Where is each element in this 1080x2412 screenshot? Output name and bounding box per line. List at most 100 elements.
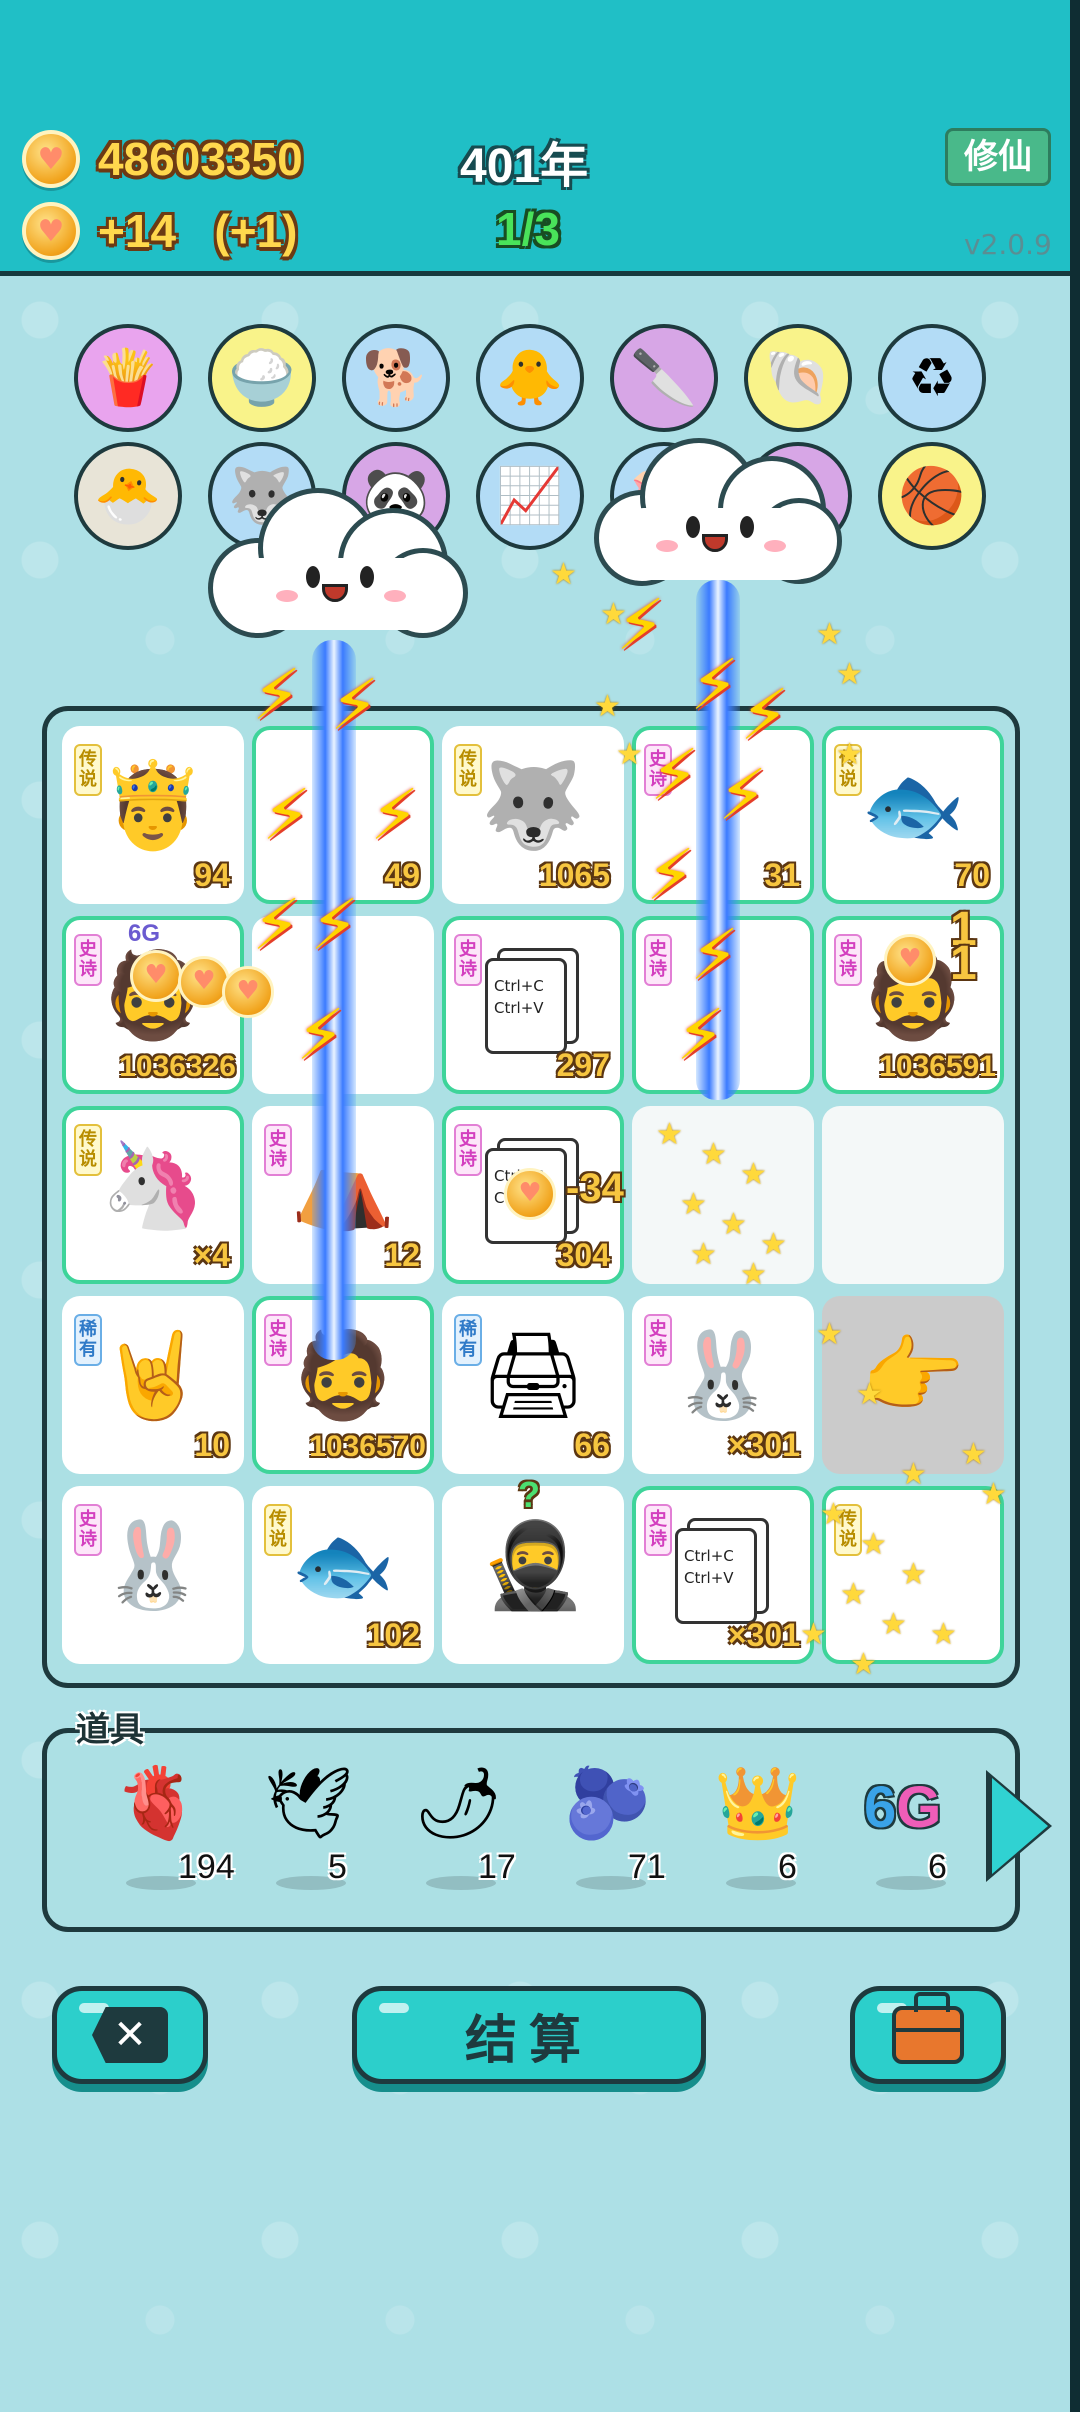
star-particle-icon: ★: [880, 1607, 907, 1642]
board-cell[interactable]: 稀有 🖨 66: [442, 1296, 624, 1474]
coin-icon: ♥: [130, 950, 182, 1002]
rarity-tag: 史诗: [454, 1124, 482, 1176]
creature-growth-chart-icon[interactable]: 📈: [476, 442, 584, 550]
star-particle-icon: ★: [980, 1477, 1007, 1512]
board-cell[interactable]: [822, 1106, 1004, 1284]
creature-chick-icon[interactable]: 🐣: [74, 442, 182, 550]
cultivate-button[interactable]: 修仙: [945, 128, 1051, 186]
star-particle-icon: ★: [860, 1527, 887, 1562]
item-chili-pepper[interactable]: 🌶 17: [396, 1768, 526, 1898]
star-particle-icon: ★: [836, 737, 863, 772]
item-count: 5: [328, 1848, 347, 1886]
close-icon: ✕: [92, 2007, 168, 2063]
star-particle-icon: ★: [900, 1457, 927, 1492]
creature-rice-bowl-icon[interactable]: 🍚: [208, 324, 316, 432]
unit-icon: 🐰: [670, 1325, 776, 1424]
rarity-tag: 史诗: [454, 934, 482, 986]
item-count: 6: [928, 1848, 947, 1886]
unit-count: 12: [384, 1237, 420, 1273]
item-pigeon[interactable]: 🕊 5: [246, 1768, 376, 1898]
board-cell[interactable]: 传说 🐟 102: [252, 1486, 434, 1664]
creature-chick-egg-icon[interactable]: 🐥: [476, 324, 584, 432]
coin-icon: ♥: [884, 934, 936, 986]
star-particle-icon: ★: [930, 1617, 957, 1652]
unit-count: 297: [556, 1047, 610, 1083]
exit-button[interactable]: ✕: [52, 1986, 208, 2084]
unit-count: 66: [574, 1427, 610, 1463]
unit-icon: 🦄: [100, 1135, 206, 1234]
coin-income-row: ♥ +14 (+1): [22, 202, 297, 260]
damage-number: -34: [566, 1166, 624, 1210]
settle-button[interactable]: 结算: [352, 1986, 706, 2084]
creature-shell-icon[interactable]: 🐚: [744, 324, 852, 432]
version-label: v2.0.9: [964, 228, 1052, 261]
lightning-bolt-icon: ⚡: [646, 834, 696, 916]
star-particle-icon: ★: [594, 689, 621, 724]
star-particle-icon: ★: [840, 1577, 867, 1612]
wave-counter: 1/3: [496, 203, 560, 255]
board-cell[interactable]: 史诗 Ctrl+C Ctrl+V 297: [442, 916, 624, 1094]
rarity-tag: 稀有: [74, 1314, 102, 1366]
unit-icon: 🐺: [480, 755, 586, 854]
board-cell[interactable]: 史诗 🐰 ×301: [632, 1296, 814, 1474]
unit-count: 49: [384, 857, 420, 893]
item-count: 71: [628, 1848, 666, 1886]
unit-count: 102: [366, 1617, 420, 1653]
lightning-bolt-icon: ⚡: [262, 774, 312, 856]
unit-count: 10: [194, 1427, 230, 1463]
rarity-tag: 稀有: [454, 1314, 482, 1366]
star-particle-icon: ★: [800, 1617, 827, 1652]
next-arrow-button[interactable]: [992, 1778, 1048, 1874]
board-cell[interactable]: 稀有 🤘 10: [62, 1296, 244, 1474]
unit-count: ×301: [727, 1427, 800, 1463]
rarity-tag: 史诗: [644, 1314, 672, 1366]
settle-label: 结算: [464, 2010, 593, 2071]
coin-icon: ♥: [22, 130, 80, 188]
rarity-tag: 传说: [74, 744, 102, 796]
coin-icon: ♥: [222, 966, 274, 1018]
unit-count: ×301: [727, 1617, 800, 1653]
item-blueberry[interactable]: 🫐 71: [546, 1768, 676, 1898]
unit-icon: 🥷: [480, 1515, 586, 1614]
unit-count: 304: [556, 1237, 610, 1273]
board-cell[interactable]: 史诗 Ctrl+C Ctrl+V ×301: [632, 1486, 814, 1664]
board-cell[interactable]: 传说 🐺 1065: [442, 726, 624, 904]
creature-cleaver-icon[interactable]: 🔪: [610, 324, 718, 432]
lightning-bolt-icon: ⚡: [676, 994, 726, 1076]
item-liver[interactable]: 🫀 194: [96, 1768, 235, 1898]
lightning-bolt-icon: ⚡: [718, 754, 768, 836]
question-mark: ?: [518, 1474, 540, 1515]
star-particle-icon: ★: [680, 1187, 707, 1222]
lightning-bolt-icon: ⚡: [252, 884, 302, 966]
briefcase-icon: [892, 1992, 964, 2064]
rarity-tag: 史诗: [264, 1314, 292, 1366]
doc-line: Ctrl+V: [494, 998, 544, 1017]
creature-shiba-dog-icon[interactable]: 🐕: [342, 324, 450, 432]
unit-icon: 🖨: [479, 1325, 587, 1424]
star-particle-icon: ★: [816, 617, 843, 652]
creature-basketballs-icon[interactable]: 🏀: [878, 442, 986, 550]
creature-fries-icon[interactable]: 🍟: [74, 324, 182, 432]
creature-recycle-bag-icon[interactable]: ♻: [878, 324, 986, 432]
items-title: 道具: [76, 1710, 144, 1750]
unit-count: ×4: [193, 1237, 230, 1273]
star-particle-icon: ★: [760, 1227, 787, 1262]
doc-line: Ctrl+V: [684, 1568, 734, 1587]
board-cell[interactable]: 传说 🤴 94: [62, 726, 244, 904]
star-particle-icon: ★: [836, 657, 863, 692]
unit-count: 1036591: [879, 1050, 996, 1083]
unit-count: 1036326: [119, 1050, 236, 1083]
item-6g[interactable]: 6G 6: [846, 1768, 976, 1898]
6g-icon: 6G: [864, 1775, 942, 1840]
board-cell[interactable]: 史诗 🐰: [62, 1486, 244, 1664]
backpack-button[interactable]: [850, 1986, 1006, 2084]
rarity-tag: 传说: [454, 744, 482, 796]
rarity-tag: 史诗: [74, 1504, 102, 1556]
unit-icon: 🤘: [100, 1325, 206, 1424]
item-crown[interactable]: 👑 6: [696, 1768, 826, 1898]
board-cell[interactable]: 传说 🦄 ×4: [62, 1106, 244, 1284]
bonus-number: 1: [950, 937, 977, 990]
star-particle-icon: ★: [600, 597, 627, 632]
coin-total: 48603350: [98, 133, 303, 185]
star-particle-icon: ★: [960, 1437, 987, 1472]
